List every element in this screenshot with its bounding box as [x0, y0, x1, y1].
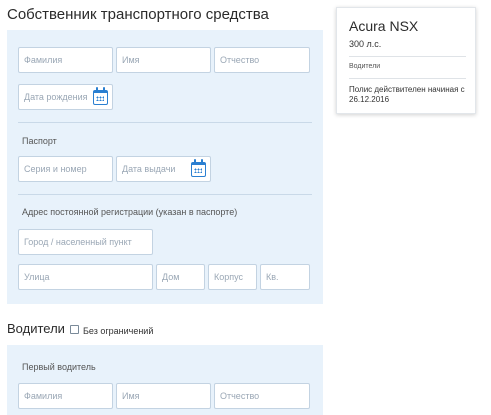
driver-last-name-field[interactable]: [18, 383, 113, 409]
unlimited-drivers-checkbox[interactable]: [70, 325, 79, 334]
passport-number-input[interactable]: [19, 157, 112, 181]
car-power: 300 л.с.: [349, 39, 382, 49]
policy-summary-card: Acura NSX 300 л.с. Водители Полис действ…: [336, 7, 476, 114]
building-field[interactable]: [208, 264, 257, 290]
owner-divider-1: [18, 122, 312, 123]
passport-label: Паспорт: [22, 136, 57, 146]
owner-first-name-input[interactable]: [117, 48, 210, 72]
address-label: Адрес постоянной регистрации (указан в п…: [22, 207, 238, 217]
building-input[interactable]: [209, 265, 256, 289]
house-field[interactable]: [156, 264, 205, 290]
calendar-grid-dots: [194, 168, 202, 173]
first-driver-panel: Первый водитель: [7, 345, 323, 415]
first-driver-label: Первый водитель: [22, 362, 96, 372]
calendar-icon[interactable]: [93, 87, 108, 105]
driver-first-name-field[interactable]: [116, 383, 211, 409]
owner-patronymic-input[interactable]: [215, 48, 309, 72]
card-divider-1: [349, 56, 466, 57]
card-divider-2: [349, 78, 466, 79]
driver-first-name-input[interactable]: [117, 384, 210, 408]
owner-last-name-field[interactable]: [18, 47, 113, 73]
driver-patronymic-input[interactable]: [215, 384, 309, 408]
owner-birth-date-field[interactable]: [18, 84, 113, 110]
house-input[interactable]: [157, 265, 204, 289]
calendar-icon[interactable]: [191, 159, 206, 177]
card-drivers-label: Водители: [349, 63, 381, 70]
car-name: Acura NSX: [349, 18, 419, 34]
passport-issue-date-field[interactable]: [116, 156, 211, 182]
city-field[interactable]: [18, 229, 153, 255]
policy-start-text: Полис действителен начиная с 26.12.2016: [349, 85, 465, 104]
calendar-grid-dots: [96, 96, 104, 101]
owner-patronymic-field[interactable]: [214, 47, 310, 73]
apartment-field[interactable]: [260, 264, 310, 290]
driver-last-name-input[interactable]: [19, 384, 112, 408]
unlimited-drivers-label[interactable]: Без ограничений: [83, 326, 153, 336]
street-field[interactable]: [18, 264, 153, 290]
owner-last-name-input[interactable]: [19, 48, 112, 72]
drivers-section-title: Водители: [7, 321, 65, 336]
owner-first-name-field[interactable]: [116, 47, 211, 73]
driver-patronymic-field[interactable]: [214, 383, 310, 409]
owner-form-panel: Паспорт Адрес постоянной регистрации (ук…: [7, 30, 323, 304]
owner-divider-2: [18, 194, 312, 195]
owner-section-title: Собственник транспортного средства: [7, 6, 269, 23]
apartment-input[interactable]: [261, 265, 309, 289]
street-input[interactable]: [19, 265, 152, 289]
city-input[interactable]: [19, 230, 152, 254]
passport-number-field[interactable]: [18, 156, 113, 182]
